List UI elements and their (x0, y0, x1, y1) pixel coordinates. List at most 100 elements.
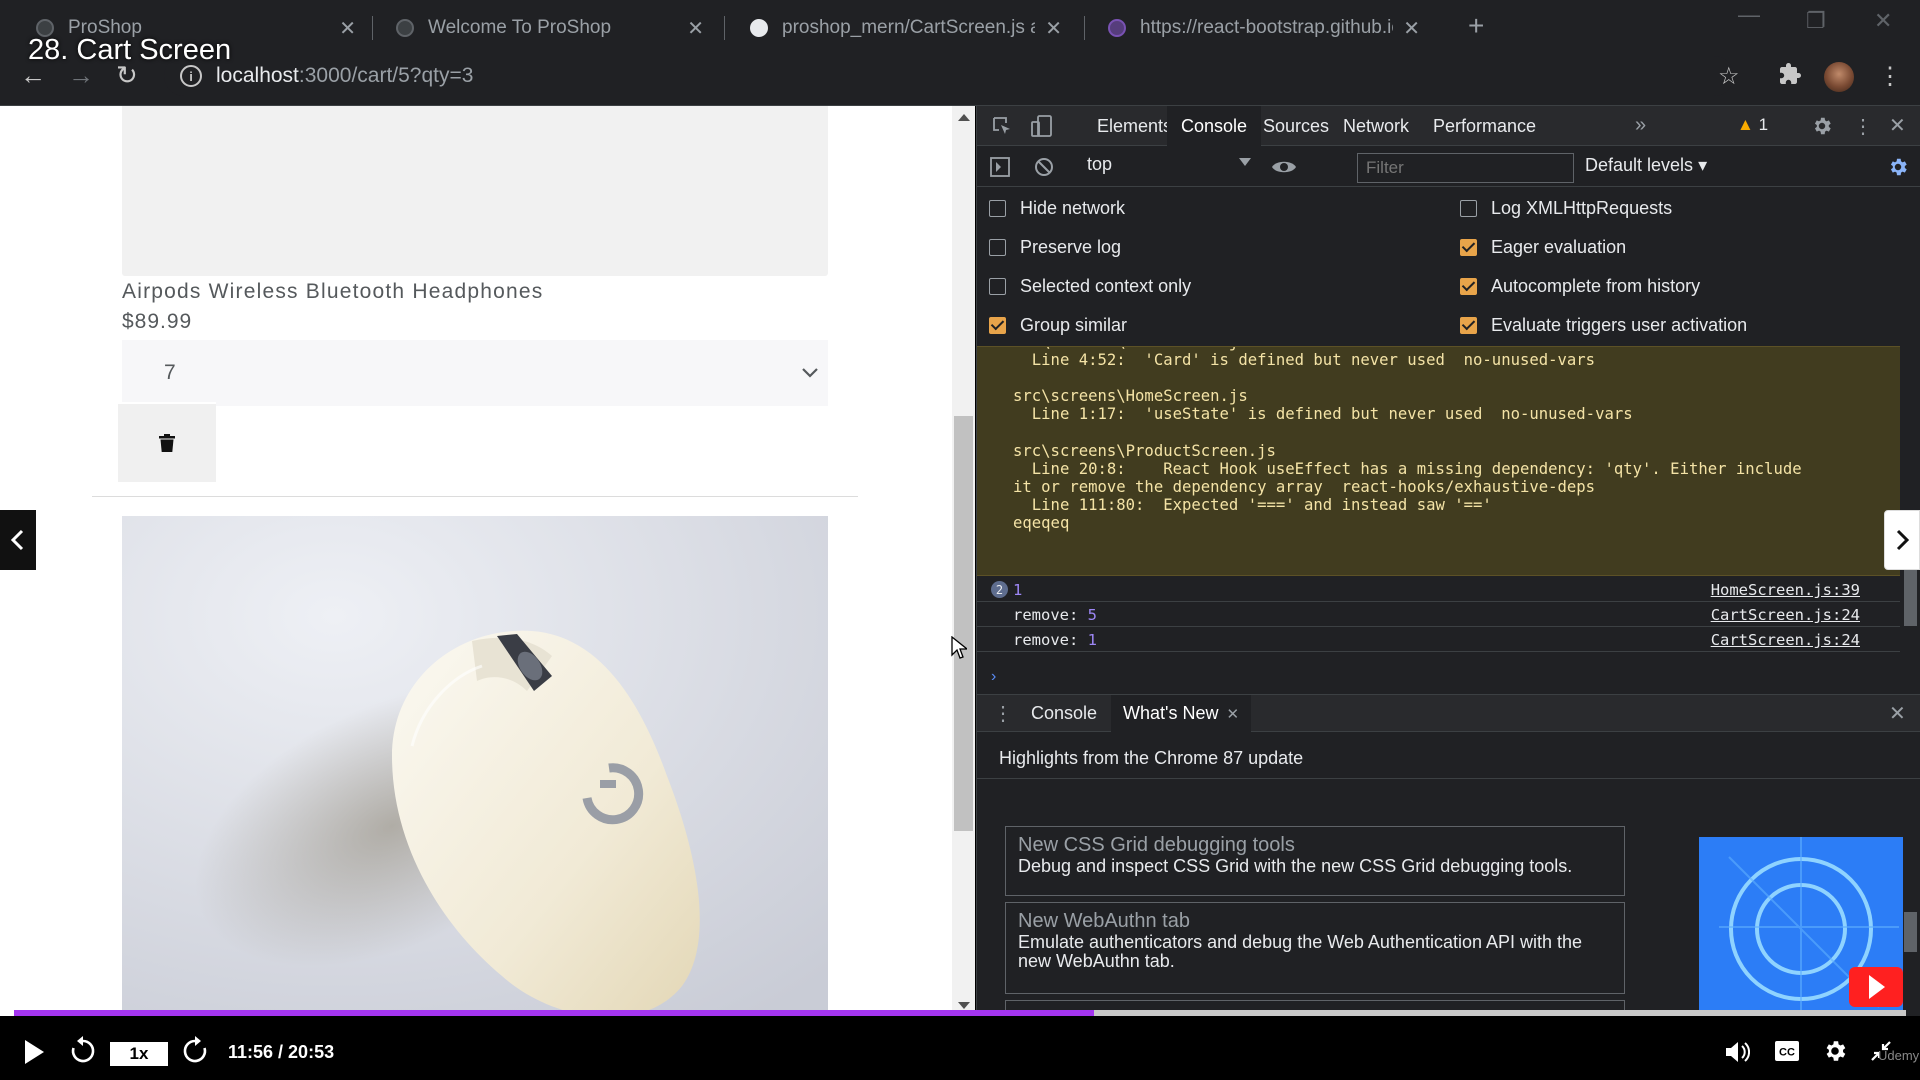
chrome-update-promo-image[interactable] (1699, 837, 1903, 1016)
next-lecture-button[interactable] (1884, 510, 1920, 570)
tab-react-bootstrap[interactable]: https://react-bootstrap.github.io ✕ (1094, 8, 1434, 48)
feature-card[interactable]: New CSS Grid debugging tools Debug and i… (1005, 826, 1625, 896)
volume-icon[interactable] (1724, 1040, 1750, 1064)
quantity-select[interactable]: 7 (122, 340, 828, 406)
option-label: Selected context only (1020, 275, 1192, 296)
tab-close-icon[interactable]: ✕ (339, 16, 356, 41)
console-log-row[interactable]: 2 1 HomeScreen.js:39 (977, 577, 1900, 602)
close-drawer-icon[interactable]: ✕ (1889, 701, 1906, 726)
checkbox[interactable] (1460, 199, 1477, 217)
log-source-link[interactable]: CartScreen.js:24 (1711, 631, 1860, 649)
chrome-menu-icon[interactable]: ⋮ (1878, 62, 1902, 91)
console-settings-gear-icon[interactable] (1887, 156, 1909, 178)
checkbox-checked[interactable] (1460, 316, 1477, 334)
tab-close-icon[interactable]: ✕ (1403, 16, 1420, 41)
dropdown-arrow-icon (1239, 158, 1251, 166)
settings-gear-icon[interactable] (1811, 115, 1833, 137)
console-log-row[interactable]: remove: 1 CartScreen.js:24 (977, 627, 1900, 652)
context-select[interactable]: top (1081, 154, 1257, 180)
console-toolbar: top Default levels ▾ (977, 147, 1920, 187)
whats-new-heading: Highlights from the Chrome 87 update (999, 748, 1304, 768)
devtools-menu-icon[interactable]: ⋮ (1853, 114, 1873, 139)
forward-icon[interactable] (182, 1036, 208, 1064)
cart-item-name[interactable]: Airpods Wireless Bluetooth Headphones (122, 280, 543, 304)
settings-gear-icon[interactable] (1822, 1038, 1848, 1064)
live-expression-eye-icon[interactable] (1271, 157, 1297, 177)
warning-triangle-icon: ▲ (1737, 115, 1754, 134)
inspect-element-icon[interactable] (991, 115, 1013, 137)
option-preserve-log[interactable]: Preserve log (989, 235, 1121, 259)
warning-text: src\screens\CartScreen.js Line 4:52: 'Ca… (1013, 347, 1802, 532)
tab-performance[interactable]: Performance (1419, 106, 1550, 146)
close-devtools-icon[interactable]: ✕ (1889, 113, 1906, 138)
clear-console-icon[interactable] (1033, 156, 1055, 178)
tab-github[interactable]: proshop_mern/CartScreen.js at m ✕ (736, 8, 1076, 48)
play-icon[interactable] (22, 1038, 46, 1066)
sidebar-toggle-icon[interactable] (989, 156, 1011, 178)
drawer-scrollbar[interactable] (1900, 782, 1920, 1016)
site-info-icon[interactable]: i (180, 65, 202, 87)
bookmark-star-icon[interactable]: ☆ (1718, 62, 1740, 91)
drawer-tab-console[interactable]: Console (1019, 695, 1109, 732)
log-message: 1 (1013, 581, 1022, 599)
playback-speed-button[interactable]: 1x (110, 1042, 168, 1066)
checkbox[interactable] (989, 277, 1006, 295)
product-image-mouse[interactable] (122, 516, 828, 1016)
previous-lecture-button[interactable] (0, 510, 36, 570)
more-tabs-chevron-icon[interactable]: » (1635, 114, 1646, 137)
tab-network[interactable]: Network (1329, 106, 1423, 146)
page-scrollbar[interactable] (952, 106, 975, 1016)
checkbox-checked[interactable] (989, 316, 1006, 334)
tab-title: Welcome To ProShop (428, 17, 612, 38)
tab-welcome[interactable]: Welcome To ProShop ✕ (382, 8, 718, 48)
quantity-value: 7 (164, 361, 176, 384)
device-toolbar-icon[interactable] (1031, 114, 1053, 138)
log-source-link[interactable]: HomeScreen.js:39 (1711, 581, 1860, 599)
scrollbar-thumb[interactable] (1904, 912, 1917, 952)
option-group-similar[interactable]: Group similar (989, 313, 1127, 337)
close-window-icon[interactable]: ✕ (1874, 8, 1892, 34)
log-levels-label: Default levels (1585, 155, 1694, 175)
console-scrollbar[interactable] (1900, 346, 1920, 826)
checkbox[interactable] (989, 238, 1006, 256)
option-eager-evaluation[interactable]: Eager evaluation (1460, 235, 1626, 259)
address-bar[interactable]: i localhost:3000/cart/5?qty=3 (164, 56, 1734, 96)
option-autocomplete-history[interactable]: Autocomplete from history (1460, 274, 1700, 298)
option-hide-network[interactable]: Hide network (989, 196, 1125, 220)
video-player-controls: 1x 11:56 / 20:53 CC (0, 1016, 1920, 1080)
feature-card[interactable]: New WebAuthn tab Emulate authenticators … (1005, 902, 1625, 994)
tab-close-icon[interactable]: ✕ (1045, 16, 1062, 41)
scrollbar-thumb[interactable] (954, 416, 973, 831)
drawer-tab-whats-new[interactable]: What's New ✕ (1111, 695, 1252, 732)
minimize-icon[interactable]: — (1738, 2, 1760, 28)
checkbox[interactable] (989, 199, 1006, 217)
console-log-row[interactable]: remove: 5 CartScreen.js:24 (977, 602, 1900, 627)
captions-icon[interactable]: CC (1774, 1040, 1800, 1062)
option-selected-context[interactable]: Selected context only (989, 274, 1191, 298)
remove-item-button[interactable] (118, 402, 216, 482)
checkbox-checked[interactable] (1460, 238, 1477, 256)
scroll-up-arrow-icon[interactable] (958, 114, 970, 121)
restore-icon[interactable]: ❐ (1806, 8, 1826, 34)
tab-close-icon[interactable]: ✕ (687, 16, 704, 41)
console-filter-input[interactable] (1357, 153, 1574, 183)
extensions-puzzle-icon[interactable] (1778, 62, 1802, 93)
option-label: Eager evaluation (1491, 236, 1627, 257)
profile-avatar[interactable] (1824, 62, 1854, 92)
drawer-menu-icon[interactable]: ⋮ (993, 701, 1013, 726)
log-source-link[interactable]: CartScreen.js:24 (1711, 606, 1860, 624)
tab-console[interactable]: Console (1167, 106, 1262, 146)
checkbox-checked[interactable] (1460, 277, 1477, 295)
scroll-down-arrow-icon[interactable] (958, 1002, 970, 1009)
option-evaluate-triggers[interactable]: Evaluate triggers user activation (1460, 313, 1747, 337)
screen: { "overlay_title": "28. Cart Screen", "b… (0, 0, 1920, 1080)
console-warning-message[interactable]: src\screens\CartScreen.js Line 4:52: 'Ca… (977, 346, 1900, 576)
option-log-xhr[interactable]: Log XMLHttpRequests (1460, 196, 1672, 220)
console-prompt-chevron-icon[interactable]: › (991, 668, 996, 686)
new-tab-button[interactable]: + (1468, 10, 1484, 42)
product-image-airpods[interactable] (122, 106, 828, 276)
warning-count-badge[interactable]: ▲ 1 (1737, 115, 1768, 135)
rewind-icon[interactable] (70, 1036, 96, 1064)
close-tab-icon[interactable]: ✕ (1226, 705, 1239, 723)
log-levels-dropdown[interactable]: Default levels ▾ (1585, 155, 1707, 176)
